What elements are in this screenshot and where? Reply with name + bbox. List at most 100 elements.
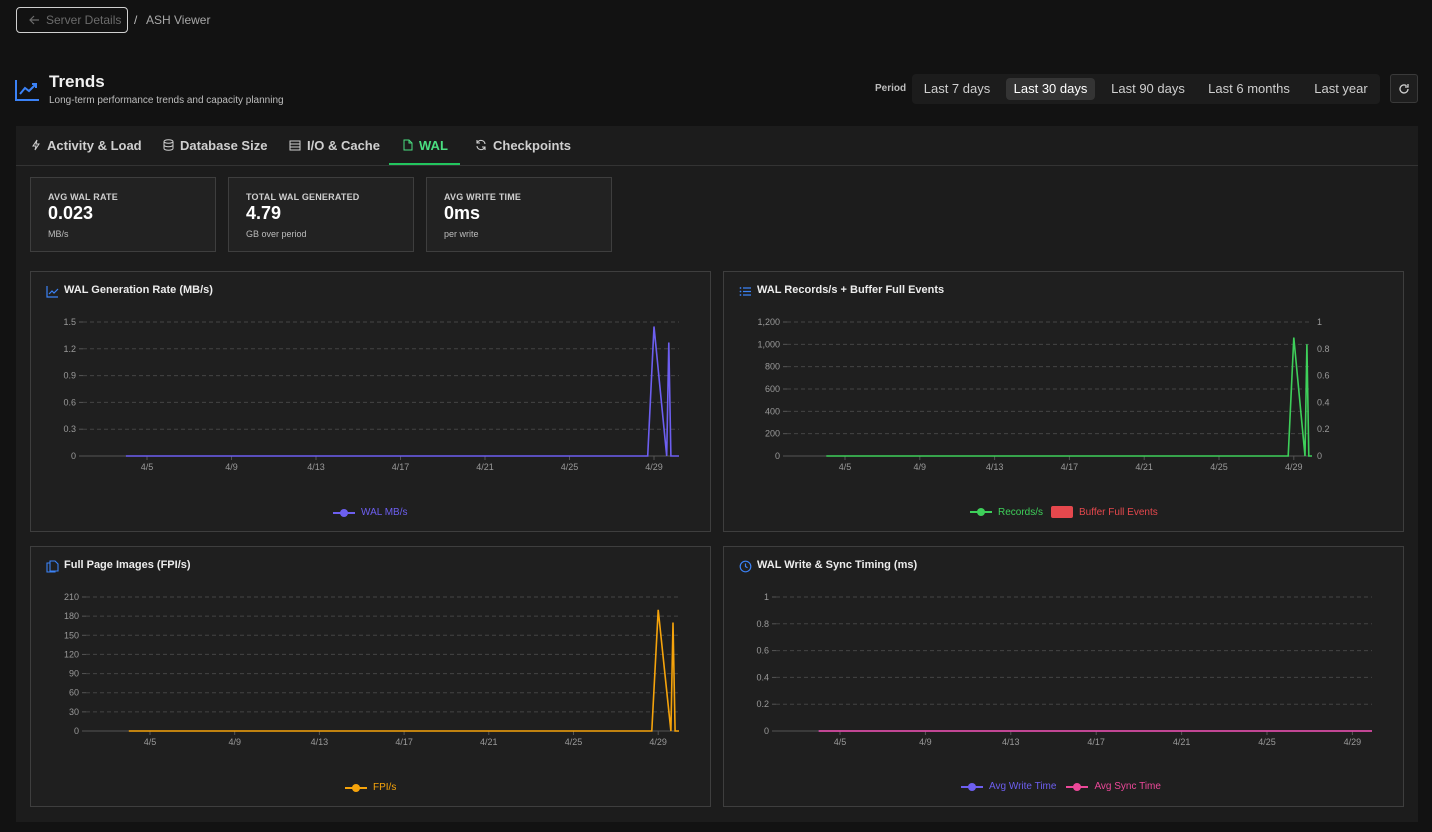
y2-tick-label: 1: [1317, 317, 1322, 327]
legend-label: Avg Write Time: [989, 781, 1057, 792]
y-tick-label: 30: [69, 707, 79, 717]
y-tick-label: 200: [765, 429, 780, 439]
y2-tick-label: 0.6: [1317, 371, 1330, 381]
period-option-90-days[interactable]: Last 90 days: [1105, 78, 1191, 100]
stat-card-avg-write-time: AVG WRITE TIME 0ms per write: [426, 177, 612, 252]
y-tick-label: 0: [764, 726, 769, 736]
legend-bar-marker: [1051, 506, 1074, 518]
refresh-icon: [476, 139, 486, 151]
x-tick-label: 4/21: [480, 737, 498, 747]
stat-unit: GB over period: [246, 229, 307, 239]
back-to-server-details-button[interactable]: Server Details: [16, 7, 128, 33]
chart-legend[interactable]: Records/s Buffer Full Events: [970, 506, 1158, 518]
y2-tick-label: 0: [1317, 451, 1322, 461]
legend-label: Records/s: [998, 506, 1044, 518]
chart-legend[interactable]: FPI/s: [345, 782, 396, 793]
period-option-last-year[interactable]: Last year: [1307, 78, 1375, 100]
x-tick-label: 4/29: [649, 737, 667, 747]
chart-legend[interactable]: Avg Write Time Avg Sync Time: [961, 781, 1161, 792]
y-tick-label: 0: [74, 726, 79, 736]
x-tick-label: 4/21: [1173, 737, 1191, 747]
y-tick-label: 0.9: [63, 371, 76, 381]
x-tick-label: 4/5: [141, 462, 154, 472]
chart-card-wal-write-sync-timing: WAL Write & Sync Timing (ms) 0 0.2 0.4 0.6 0…: [723, 546, 1404, 807]
stat-value: 0.023: [48, 203, 94, 223]
y-tick-label: 0.2: [756, 699, 769, 709]
tab-io-cache[interactable]: I/O & Cache: [289, 136, 380, 154]
page-title: Trends: [49, 72, 105, 91]
tab-database-size[interactable]: Database Size: [163, 136, 267, 154]
tab-checkpoints[interactable]: Checkpoints: [475, 136, 571, 154]
period-option-30-days[interactable]: Last 30 days: [1006, 78, 1095, 100]
x-tick-label: 4/13: [307, 462, 325, 472]
breadcrumb-current: ASH Viewer: [146, 13, 211, 27]
hard-drive-icon: [289, 140, 301, 150]
legend-line-marker: [961, 782, 983, 791]
y-tick-label: 600: [765, 384, 780, 394]
y-tick-label: 0.8: [756, 619, 769, 629]
period-option-6-months[interactable]: Last 6 months: [1201, 78, 1297, 100]
x-tick-label: 4/29: [1285, 462, 1303, 472]
wal-timing-chart: 0 0.2 0.4 0.6 0.8 1 4/5 4/9 4/13 4/17 4/21 4/25 4/29: [756, 592, 1372, 747]
y2-tick-label: 0.8: [1317, 344, 1330, 354]
y-tick-label: 1: [764, 592, 769, 602]
x-tick-label: 4/17: [392, 462, 410, 472]
x-tick-label: 4/29: [645, 462, 663, 472]
stat-value: 4.79: [246, 203, 282, 223]
y-tick-label: 120: [64, 649, 79, 659]
tab-label: Checkpoints: [493, 137, 572, 153]
legend-line-marker: [1066, 782, 1089, 791]
tabs-divider: [16, 165, 1418, 166]
y-tick-label: 0.6: [756, 646, 769, 656]
y-tick-label: 210: [64, 592, 79, 602]
y-tick-label: 180: [64, 611, 79, 621]
y-tick-label: 0.3: [63, 424, 76, 434]
wal-generation-chart: 0 0.3 0.6 0.9 1.2 1.5 4/5 4/9 4/13 4/17 4/21 4/25 4/…: [63, 317, 679, 472]
breadcrumb-separator: /: [134, 13, 138, 27]
stat-label: TOTAL WAL GENERATED: [246, 192, 360, 202]
x-tick-label: 4/5: [834, 737, 847, 747]
refresh-button[interactable]: [1390, 74, 1418, 103]
x-tick-label: 4/13: [986, 462, 1004, 472]
period-option-7-days[interactable]: Last 7 days: [918, 78, 996, 100]
tab-activity-load[interactable]: Activity & Load: [31, 136, 142, 154]
y-tick-label: 90: [69, 669, 79, 679]
x-tick-label: 4/9: [914, 462, 927, 472]
x-tick-label: 4/25: [565, 737, 583, 747]
back-button-label: Server Details: [46, 13, 122, 27]
x-tick-label: 4/9: [919, 737, 932, 747]
tab-label: WAL: [419, 137, 448, 153]
x-tick-label: 4/21: [476, 462, 494, 472]
y-tick-label: 1,000: [757, 339, 780, 349]
y-tick-label: 60: [69, 688, 79, 698]
x-tick-label: 4/13: [1002, 737, 1020, 747]
legend-label: WAL MB/s: [361, 507, 408, 518]
stat-card-avg-wal-rate: AVG WAL RATE 0.023 MB/s: [30, 177, 216, 252]
y-tick-label: 800: [765, 362, 780, 372]
stat-value: 0ms: [444, 203, 481, 223]
arrow-left-icon: [29, 15, 39, 25]
page-subtitle: Long-term performance trends and capacit…: [49, 95, 284, 106]
y2-tick-label: 0.4: [1317, 397, 1330, 407]
chart-card-wal-generation-rate: WAL Generation Rate (MB/s) 0 0.3 0.6 0.9 1.2…: [30, 271, 711, 532]
y-tick-label: 400: [765, 406, 780, 416]
series-line: [128, 609, 679, 732]
chart-card-wal-records: WAL Records/s + Buffer Full Events 0 200 4…: [723, 271, 1404, 532]
tab-wal[interactable]: WAL: [403, 136, 448, 154]
x-tick-label: 4/17: [1061, 462, 1079, 472]
x-tick-label: 4/25: [1258, 737, 1276, 747]
x-tick-label: 4/21: [1135, 462, 1153, 472]
file-icon: [403, 139, 413, 151]
chart-card-full-page-images: Full Page Images (FPI/s) 0 30 60 90 120 150 18…: [30, 546, 711, 807]
y-tick-label: 0: [775, 451, 780, 461]
legend-label: Buffer Full Events: [1079, 506, 1158, 518]
database-icon: [163, 139, 174, 151]
y-tick-label: 1.2: [63, 344, 76, 354]
period-label: Period: [875, 83, 907, 94]
refresh-icon: [1399, 83, 1409, 94]
active-tab-indicator: [389, 163, 460, 165]
y-tick-label: 1,200: [757, 317, 780, 327]
chart-legend[interactable]: WAL MB/s: [333, 507, 407, 518]
x-tick-label: 4/9: [228, 737, 241, 747]
y-tick-label: 0: [71, 451, 76, 461]
